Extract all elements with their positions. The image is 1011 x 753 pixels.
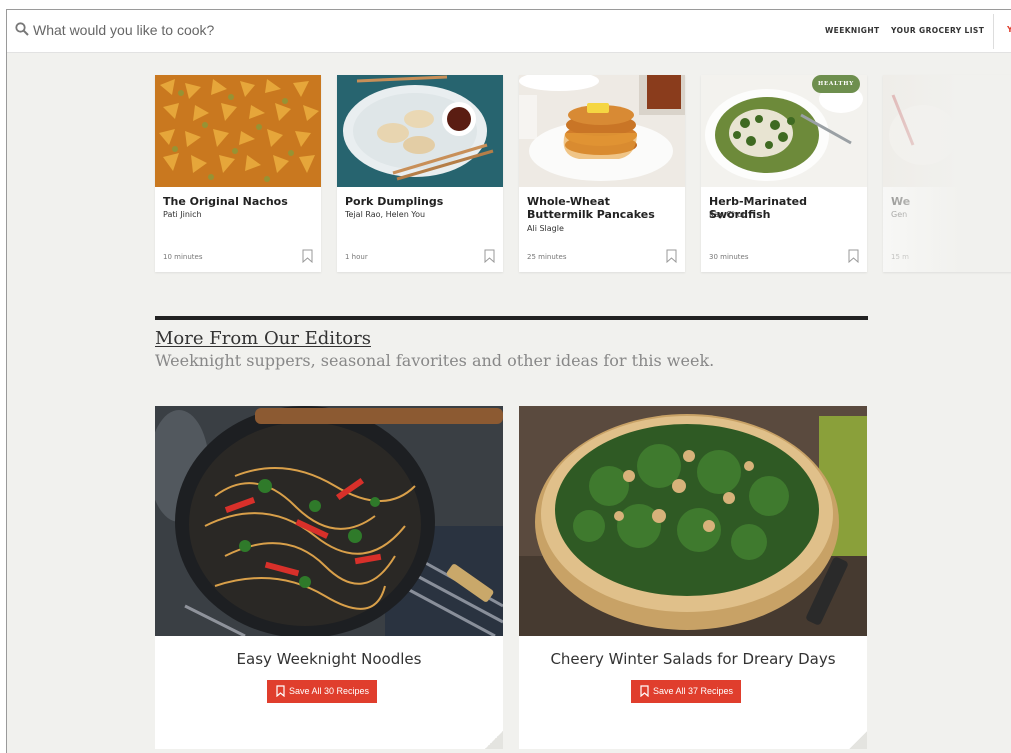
collection-card[interactable]: Easy Weeknight Noodles Save All 30 Recip… — [155, 406, 503, 749]
section-title[interactable]: More From Our Editors — [155, 328, 371, 349]
nav-weeknight[interactable]: WEEKNIGHT — [825, 26, 880, 35]
nav-divider — [993, 14, 994, 49]
healthy-badge: HEALTHY — [812, 75, 860, 93]
bookmark-icon — [640, 685, 649, 697]
recipe-author: Ali Slagle — [527, 224, 564, 233]
search-input[interactable] — [33, 19, 533, 41]
section-divider — [155, 316, 868, 320]
page-fold — [849, 731, 867, 749]
recipe-card[interactable]: Whole-Wheat Buttermilk Pancakes Ali Slag… — [519, 75, 685, 272]
recipe-author: Kay Chun — [709, 210, 748, 219]
save-all-button[interactable]: Save All 37 Recipes — [631, 680, 742, 703]
bookmark-icon[interactable] — [302, 249, 313, 263]
recipe-title[interactable]: Pork Dumplings — [345, 195, 497, 209]
nav-item-truncated[interactable]: Y — [1007, 25, 1011, 34]
recipe-image[interactable] — [883, 75, 1011, 187]
section-subtitle: Weeknight suppers, seasonal favorites an… — [155, 351, 715, 370]
recipe-card[interactable]: Pork Dumplings Tejal Rao, Helen You 1 ho… — [337, 75, 503, 272]
recipe-image[interactable] — [337, 75, 503, 187]
recipe-card[interactable]: We Gen 15 m — [883, 75, 1011, 272]
recipe-time: 1 hour — [345, 253, 368, 261]
recipe-time: 15 m — [891, 253, 909, 261]
recipe-image[interactable] — [155, 75, 321, 187]
recipe-author: Pati Jinich — [163, 210, 202, 219]
recipe-image[interactable] — [519, 75, 685, 187]
collection-title[interactable]: Easy Weeknight Noodles — [155, 650, 503, 668]
bookmark-icon[interactable] — [484, 249, 495, 263]
page-fold — [485, 731, 503, 749]
recipe-time: 10 minutes — [163, 253, 203, 261]
recipe-time: 30 minutes — [709, 253, 749, 261]
recipe-author: Tejal Rao, Helen You — [345, 210, 426, 219]
collection-title[interactable]: Cheery Winter Salads for Dreary Days — [519, 650, 867, 668]
save-all-label: Save All 37 Recipes — [653, 686, 734, 696]
recipe-card[interactable]: HEALTHY Herb-Marinated Swordfish Kay Chu… — [701, 75, 867, 272]
recipe-title[interactable]: The Original Nachos — [163, 195, 315, 209]
bookmark-icon — [276, 685, 285, 697]
collection-image[interactable] — [519, 406, 867, 636]
recipe-title[interactable]: We — [891, 195, 1011, 209]
save-all-label: Save All 30 Recipes — [289, 686, 370, 696]
nav-grocery-list[interactable]: YOUR GROCERY LIST — [891, 26, 984, 35]
collection-image[interactable] — [155, 406, 503, 636]
bookmark-icon[interactable] — [848, 249, 859, 263]
app-frame: WEEKNIGHT YOUR GROCERY LIST Y — [6, 9, 1011, 753]
recipe-card[interactable]: The Original Nachos Pati Jinich 10 minut… — [155, 75, 321, 272]
recipe-author: Gen — [891, 210, 908, 219]
save-all-button[interactable]: Save All 30 Recipes — [267, 680, 378, 703]
collection-card[interactable]: Cheery Winter Salads for Dreary Days Sav… — [519, 406, 867, 749]
top-bar: WEEKNIGHT YOUR GROCERY LIST Y — [7, 10, 1011, 53]
search-icon[interactable] — [15, 22, 29, 36]
bookmark-icon[interactable] — [666, 249, 677, 263]
recipe-title[interactable]: Whole-Wheat Buttermilk Pancakes — [527, 195, 679, 221]
recipe-time: 25 minutes — [527, 253, 567, 261]
